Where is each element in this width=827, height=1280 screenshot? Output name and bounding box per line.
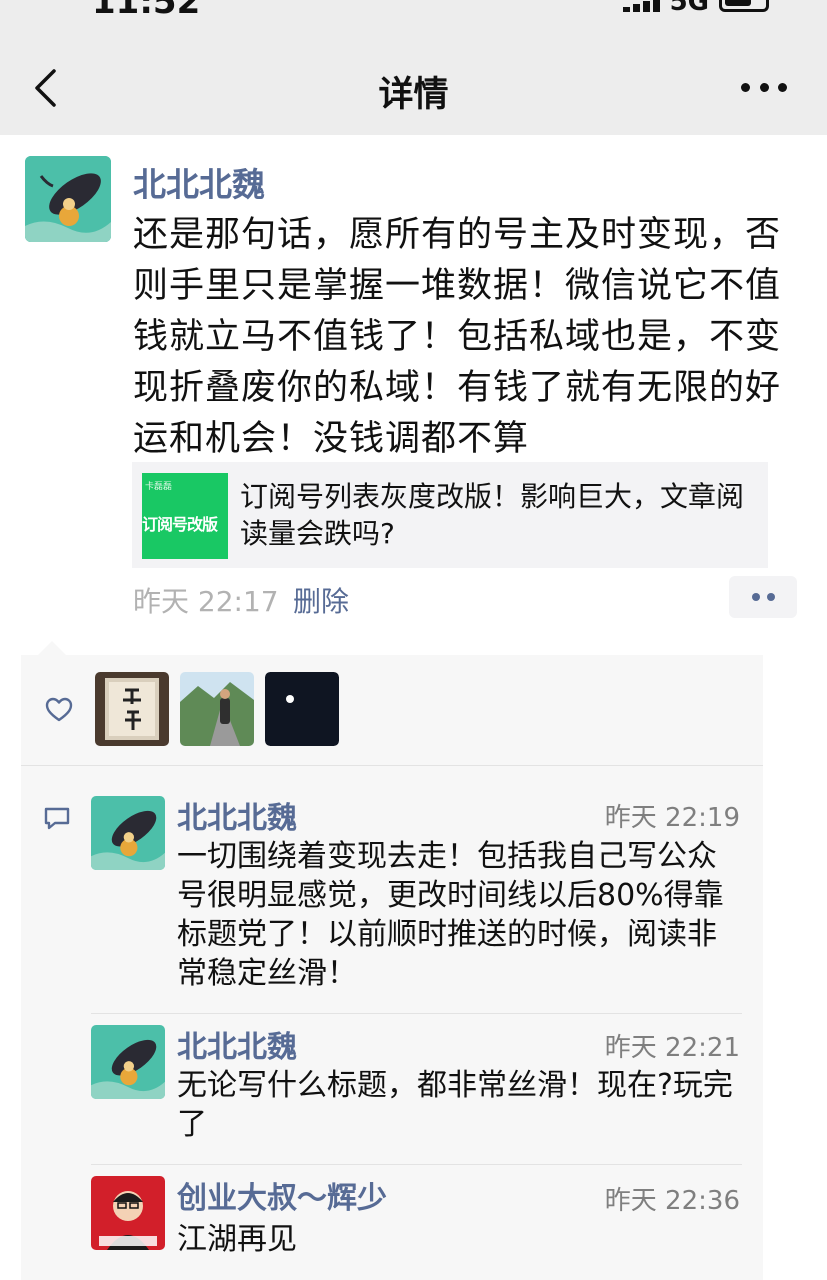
comment-divider xyxy=(91,1164,742,1165)
liker-avatar[interactable] xyxy=(265,672,339,746)
commenter-avatar[interactable] xyxy=(91,1176,165,1250)
commenter-avatar[interactable] xyxy=(91,796,165,870)
battery-icon xyxy=(719,0,769,12)
post-text: 还是那句话，愿所有的号主及时变现，否则手里只是掌握一堆数据！微信说它不值钱就立马… xyxy=(133,215,782,459)
page-title: 详情 xyxy=(378,75,449,115)
comment-divider xyxy=(91,1013,742,1014)
like-comment-button[interactable] xyxy=(729,576,797,618)
panel-divider xyxy=(21,765,763,766)
post-author[interactable]: 北北北魏 xyxy=(133,158,265,206)
status-indicators: 5G xyxy=(622,0,769,17)
status-time: 11:52 xyxy=(92,0,201,22)
signal-icon xyxy=(622,0,660,12)
panel-pointer xyxy=(38,641,66,655)
nav-bar: 详情 xyxy=(0,40,827,135)
comment-author[interactable]: 北北北魏 xyxy=(177,1022,297,1066)
comment-time: 昨天 22:36 xyxy=(604,1186,740,1216)
link-title: 订阅号列表灰度改版！影响巨大，文章阅读量会跌吗? xyxy=(240,480,745,550)
thumb-title: 订阅号改版 xyxy=(142,515,218,534)
comment-text[interactable]: 无论写什么标题，都非常丝滑！现在?玩完了 xyxy=(177,1066,742,1144)
post-time: 昨天 22:17 xyxy=(133,585,279,618)
network-type: 5G xyxy=(669,0,709,17)
comment-text[interactable]: 江湖再见 xyxy=(177,1220,742,1259)
status-bar: 11:52 5G xyxy=(0,0,827,40)
liker-avatar[interactable] xyxy=(180,672,254,746)
comment-icon xyxy=(43,806,71,832)
more-options-icon[interactable] xyxy=(741,72,787,102)
thumb-caption: 卡磊磊 xyxy=(145,482,173,492)
link-card[interactable]: 卡磊磊 订阅号改版 订阅号列表灰度改版！影响巨大，文章阅读量会跌吗? xyxy=(132,462,768,568)
delete-link[interactable]: 删除 xyxy=(293,580,349,620)
commenter-avatar[interactable] xyxy=(91,1025,165,1099)
comment-time: 昨天 22:21 xyxy=(604,1033,740,1063)
heart-icon xyxy=(45,697,73,723)
comment-time: 昨天 22:19 xyxy=(604,803,740,833)
comment-author[interactable]: 北北北魏 xyxy=(177,793,297,837)
avatar[interactable] xyxy=(25,156,111,242)
comment-text[interactable]: 一切围绕着变现去走！包括我自己写公众号很明显感觉，更改时间线以后80%得靠标题党… xyxy=(177,837,742,993)
liker-avatar[interactable] xyxy=(95,672,169,746)
comment-author[interactable]: 创业大叔～辉少 xyxy=(177,1173,387,1217)
link-thumbnail: 卡磊磊 订阅号改版 xyxy=(142,473,228,559)
